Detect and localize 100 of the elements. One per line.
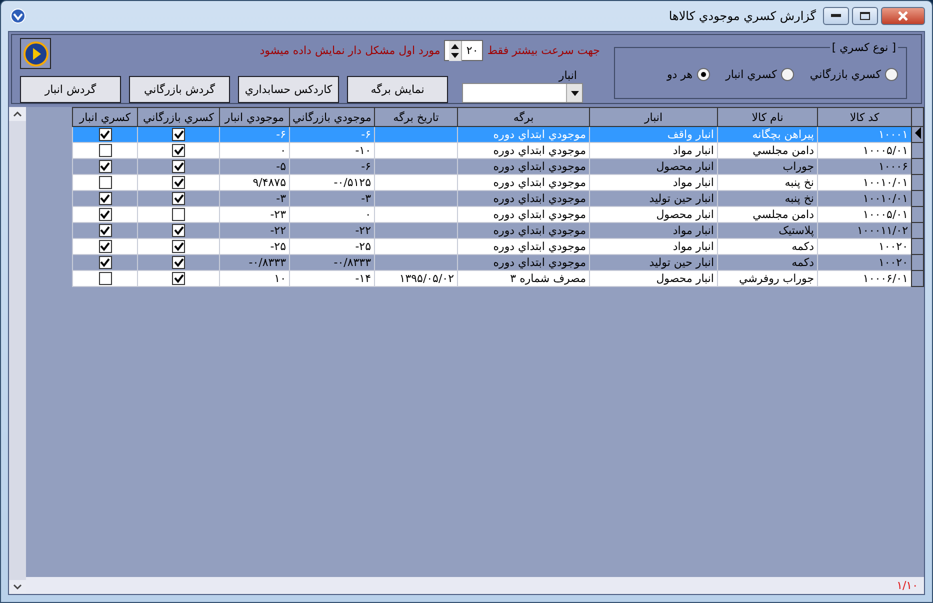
table-cell: -۰/۸۳۳۳ (248, 256, 286, 269)
minimize-button[interactable] (823, 7, 849, 25)
table-cell: پلاستيک (778, 224, 814, 237)
column-header[interactable]: موجودي بازرگاني (290, 108, 374, 126)
vertical-scrollbar[interactable] (9, 107, 26, 594)
table-cell: دامن مجلسي (752, 208, 814, 221)
checkbox[interactable] (172, 240, 185, 254)
table-cell: انبار مواد (672, 240, 714, 253)
table-cell: جوراب (782, 160, 814, 173)
table-cell: -۶ (361, 128, 371, 141)
table-cell: ۱۰۰۲۰ (878, 256, 908, 269)
table-cell: -۲۳ (270, 208, 286, 221)
column-header[interactable]: برگه (458, 108, 590, 126)
run-button[interactable] (20, 38, 51, 69)
table-cell: موجودي ابتداي دوره (493, 176, 586, 189)
table-cell: موجودي ابتداي دوره (493, 144, 586, 157)
table-cell: -۲۲ (355, 224, 371, 237)
checkbox[interactable] (98, 176, 112, 190)
action-button[interactable]: گردش انبار (20, 76, 121, 103)
table-cell: موجودي ابتداي دوره (493, 224, 586, 237)
table-cell: ۱۰۰۲۰ (878, 240, 908, 253)
column-header[interactable]: کد کالا (818, 108, 912, 126)
window-title: گزارش کسري موجودي کالاها (668, 9, 816, 23)
table-cell: -۳ (361, 192, 371, 205)
table-cell: انبار محصول (656, 160, 714, 173)
table-cell: انبار حين توليد (649, 192, 714, 205)
checkbox[interactable] (172, 128, 185, 142)
table-cell: انبار مواد (672, 224, 714, 237)
table-cell: نخ پنبه (784, 176, 814, 189)
table-cell: ۱۰۰۰۵/۰۱ (862, 144, 908, 157)
checkbox[interactable] (172, 144, 185, 158)
checkbox[interactable] (172, 192, 185, 206)
table-cell: -۶ (276, 128, 286, 141)
table-cell: ۰ (280, 144, 286, 157)
table-cell: -۵ (276, 160, 286, 173)
checkbox[interactable] (98, 240, 112, 254)
table-cell: -۲۵ (270, 240, 286, 253)
table-cell: ۹/۴۸۷۵ (252, 176, 286, 189)
table-cell: ۱۰۰۰۶/۰۱ (862, 272, 908, 285)
checkbox[interactable] (172, 160, 185, 174)
checkbox[interactable] (98, 128, 112, 142)
table-cell: ۱۰۰۰۱ (878, 128, 908, 141)
maximize-button[interactable] (852, 7, 878, 25)
table-cell: ۱۰۰۱۰/۰۱ (862, 192, 908, 205)
table-cell: موجودي ابتداي دوره (493, 208, 586, 221)
checkbox[interactable] (98, 144, 112, 158)
column-header[interactable]: نام کالا (718, 108, 818, 126)
checkbox[interactable] (98, 192, 112, 206)
checkbox[interactable] (98, 256, 112, 270)
checkbox[interactable] (172, 256, 185, 270)
column-header[interactable]: کسري انبار (72, 108, 138, 126)
scroll-up-icon[interactable] (13, 111, 22, 117)
table-cell: ۰ (365, 208, 371, 221)
notice-text: مورد اول مشکل دار نمايش داده ميشود (260, 44, 440, 57)
table-cell: انبار واقف (667, 128, 714, 141)
table-cell: جوراب روفرشي (738, 272, 814, 285)
checkbox[interactable] (172, 272, 185, 286)
column-header[interactable]: انبار (590, 108, 718, 126)
group-legend: [ نوع کسري ] (830, 41, 898, 54)
count-spinner[interactable]: ۲۰ (444, 40, 484, 61)
table-cell: ۱۳۹۵/۰۵/۰۲ (399, 272, 454, 285)
minimize-icon (831, 14, 841, 18)
maximize-icon (860, 12, 870, 20)
column-header[interactable]: کسري بازرگاني (138, 108, 220, 126)
table-cell: ۱۰۰۰۶ (878, 160, 908, 173)
checkbox[interactable] (172, 176, 185, 190)
radio-option[interactable]: کسري بازرگاني (810, 68, 898, 81)
checkbox[interactable] (98, 160, 112, 174)
action-button[interactable]: گردش بازرگاني (129, 76, 230, 103)
table-cell: انبار حين توليد (649, 256, 714, 269)
table-cell: انبار مواد (672, 176, 714, 189)
record-counter: ۱/۱۰ (896, 579, 918, 592)
table-cell: پيراهن بچگانه (752, 128, 814, 141)
table-cell: دامن مجلسي (752, 144, 814, 157)
action-button[interactable]: نمايش برگه (347, 76, 448, 103)
table-cell: مصرف شماره ۳ (510, 272, 586, 285)
checkbox[interactable] (98, 272, 112, 286)
warehouse-dropdown[interactable] (462, 83, 583, 103)
checkbox[interactable] (98, 208, 112, 222)
checkbox[interactable] (172, 208, 185, 222)
checkbox[interactable] (98, 224, 112, 238)
table-cell: -۰/۵۱۲۵ (334, 176, 371, 189)
close-icon (897, 11, 909, 21)
table-cell: -۱۰ (355, 144, 371, 157)
table-cell: موجودي ابتداي دوره (493, 192, 586, 205)
radio-option[interactable]: هر دو (667, 68, 710, 81)
column-header[interactable]: تاريخ برگه (374, 108, 458, 126)
table-cell: انبار محصول (656, 208, 714, 221)
table-cell: انبار محصول (656, 272, 714, 285)
close-button[interactable] (881, 7, 925, 25)
checkbox[interactable] (172, 224, 185, 238)
table-cell: موجودي ابتداي دوره (493, 128, 586, 141)
action-button[interactable]: کاردکس حسابداري (238, 76, 339, 103)
table-cell: -۲۲ (270, 224, 286, 237)
scroll-down-icon[interactable] (13, 584, 22, 590)
table-cell: دکمه (792, 240, 814, 253)
column-header[interactable]: موجودي انبار (220, 108, 290, 126)
table-cell: انبار مواد (672, 144, 714, 157)
radio-option[interactable]: کسري انبار (726, 68, 794, 81)
table-cell: ۱۰۰۰۵/۰۱ (862, 208, 908, 221)
